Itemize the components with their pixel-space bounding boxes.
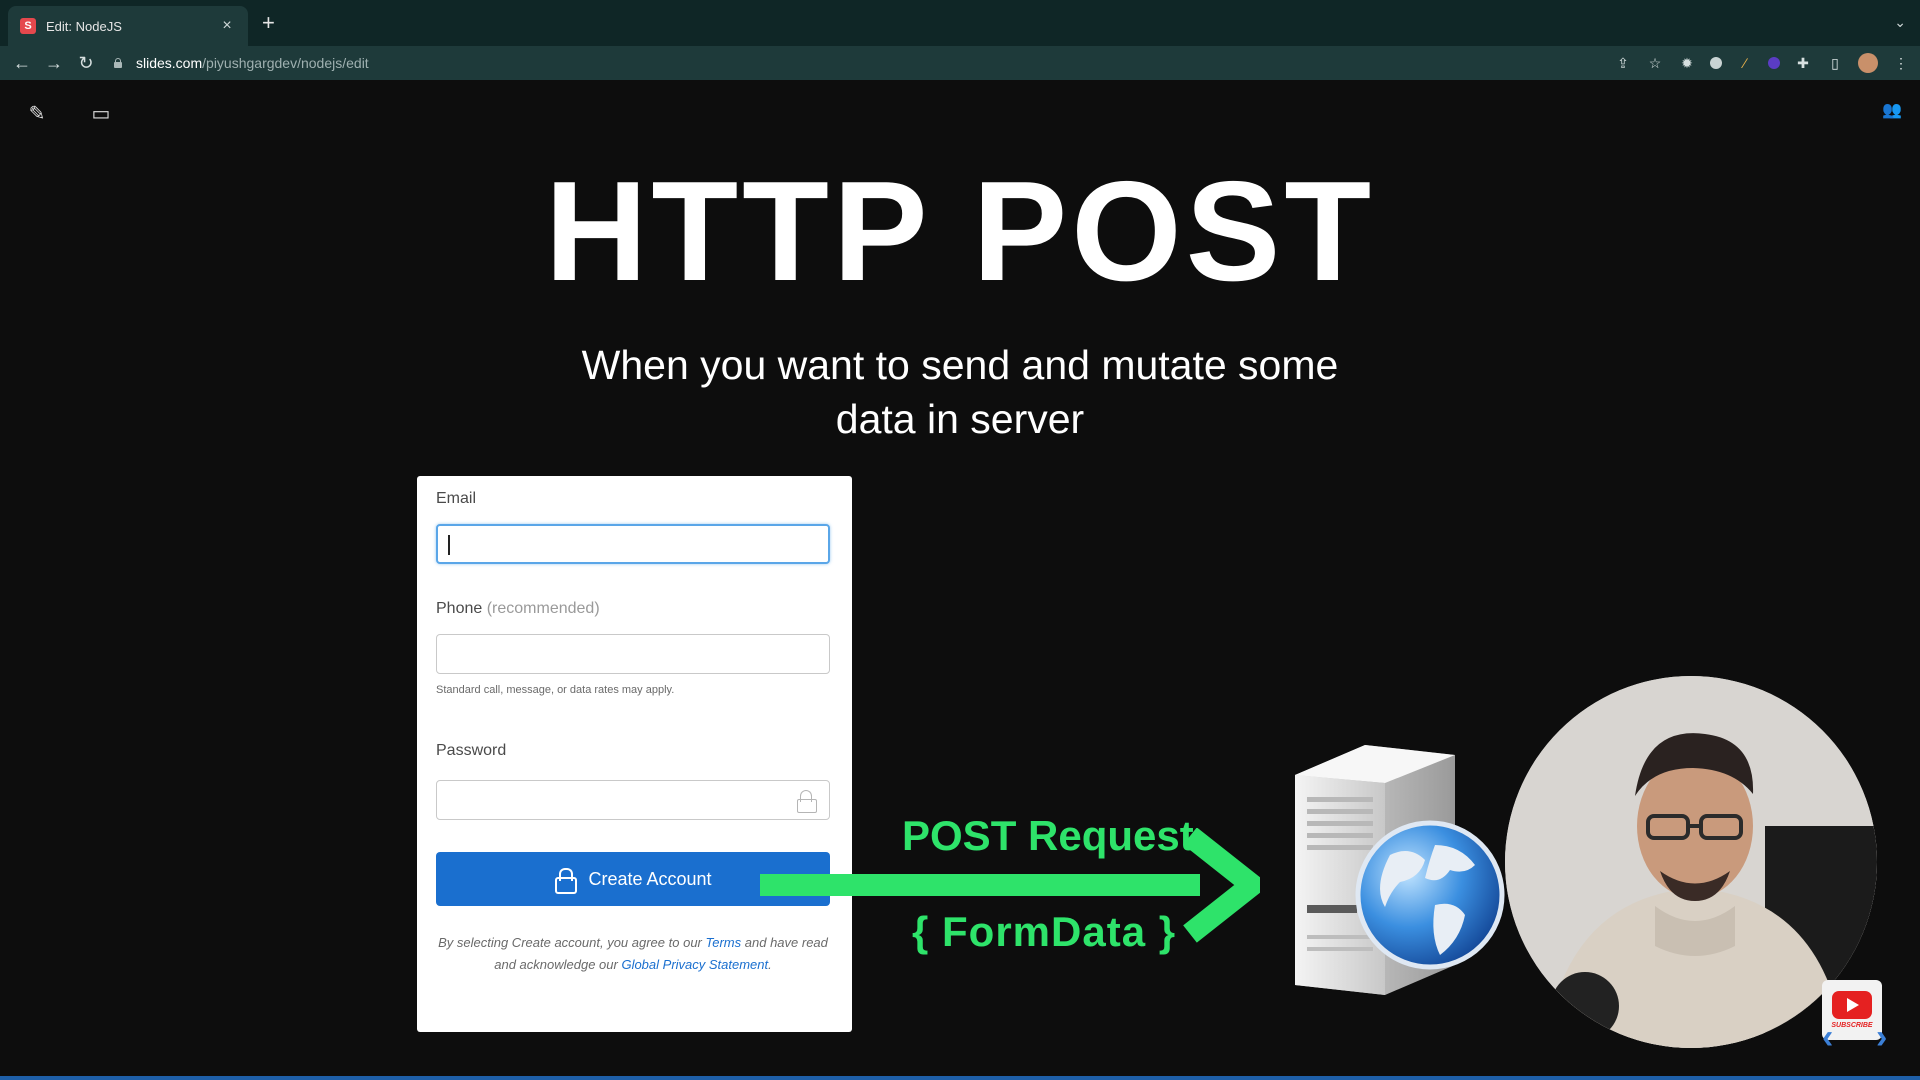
browser-tab-active[interactable]: S Edit: NodeJS × [8,6,248,46]
extension-circle-icon[interactable] [1710,57,1722,69]
phone-hint: (recommended) [486,600,600,617]
phone-note: Standard call, message, or data rates ma… [436,684,675,696]
subscribe-text: SUBSCRIBE [1831,1022,1873,1029]
password-label: Password [436,742,507,759]
tab-search-icon[interactable]: ⌄ [1894,14,1906,31]
phone-field[interactable] [436,634,830,674]
close-tab-icon[interactable]: × [218,17,236,35]
slides-favicon-icon: S [20,18,36,34]
browser-tab-bar: S Edit: NodeJS × + ⌄ [0,0,1920,46]
extension-purple-icon[interactable] [1768,57,1780,69]
side-panel-icon[interactable]: ▯ [1826,54,1844,72]
globe-icon [1355,820,1505,970]
prev-slide-arrow-icon[interactable]: ‹ [1822,1018,1833,1057]
slide-subtitle: When you want to send and mutate some da… [581,342,1339,442]
forward-icon[interactable]: → [38,53,70,74]
address-bar[interactable]: slides.com /piyushgargdev/nodejs/edit [112,50,1612,76]
share-icon[interactable]: ⇪ [1614,54,1632,72]
back-icon[interactable]: ← [6,53,38,74]
extension-icons: ⇪ ☆ ✹ ∕ ✚ ▯ ⋮ [1614,50,1910,76]
create-account-label: Create Account [588,868,712,889]
terms-pre: By selecting Create account, you agree t… [438,935,702,950]
phone-label: Phone (recommended) [436,600,600,618]
post-request-label: POST Request [902,812,1194,859]
formdata-label: { FormData } [912,908,1177,955]
terms-end: . [768,957,772,972]
extension-gear-icon[interactable]: ✹ [1678,54,1696,72]
password-field[interactable] [436,780,830,820]
server-globe-illustration [1295,745,1505,995]
lock-icon [112,57,124,69]
email-label: Email [436,490,477,507]
youtube-play-icon [1832,991,1872,1019]
new-tab-icon[interactable]: + [262,12,275,34]
url-host: slides.com [136,55,203,71]
bookmark-star-icon[interactable]: ☆ [1646,54,1664,72]
next-slide-arrow-icon[interactable]: › [1876,1018,1887,1057]
collaborators-icon[interactable]: 👥 [1882,100,1902,120]
signup-form-card: Email Phone (recommended) Standard call,… [417,476,852,1032]
slide-progress-bar [0,1076,1920,1080]
present-screen-icon[interactable]: ▭ [84,96,118,130]
privacy-link[interactable]: Global Privacy Statement [621,957,768,972]
pen-tool-icon[interactable]: ✎ [20,96,54,130]
extension-pen-icon[interactable]: ∕ [1736,54,1754,72]
tab-title: Edit: NodeJS [46,18,122,34]
lock-icon [554,868,578,894]
profile-avatar[interactable] [1858,53,1878,73]
phone-label-text: Phone [436,600,483,617]
email-field[interactable] [436,524,830,564]
reload-icon[interactable]: ↻ [70,53,102,74]
terms-link[interactable]: Terms [706,935,742,950]
url-path: /piyushgargdev/nodejs/edit [202,55,369,71]
slide-title: HTTP POST [544,152,1376,311]
text-caret [448,535,450,555]
menu-kebab-icon[interactable]: ⋮ [1892,54,1910,72]
extensions-puzzle-icon[interactable]: ✚ [1794,54,1812,72]
password-lock-icon [795,790,817,813]
